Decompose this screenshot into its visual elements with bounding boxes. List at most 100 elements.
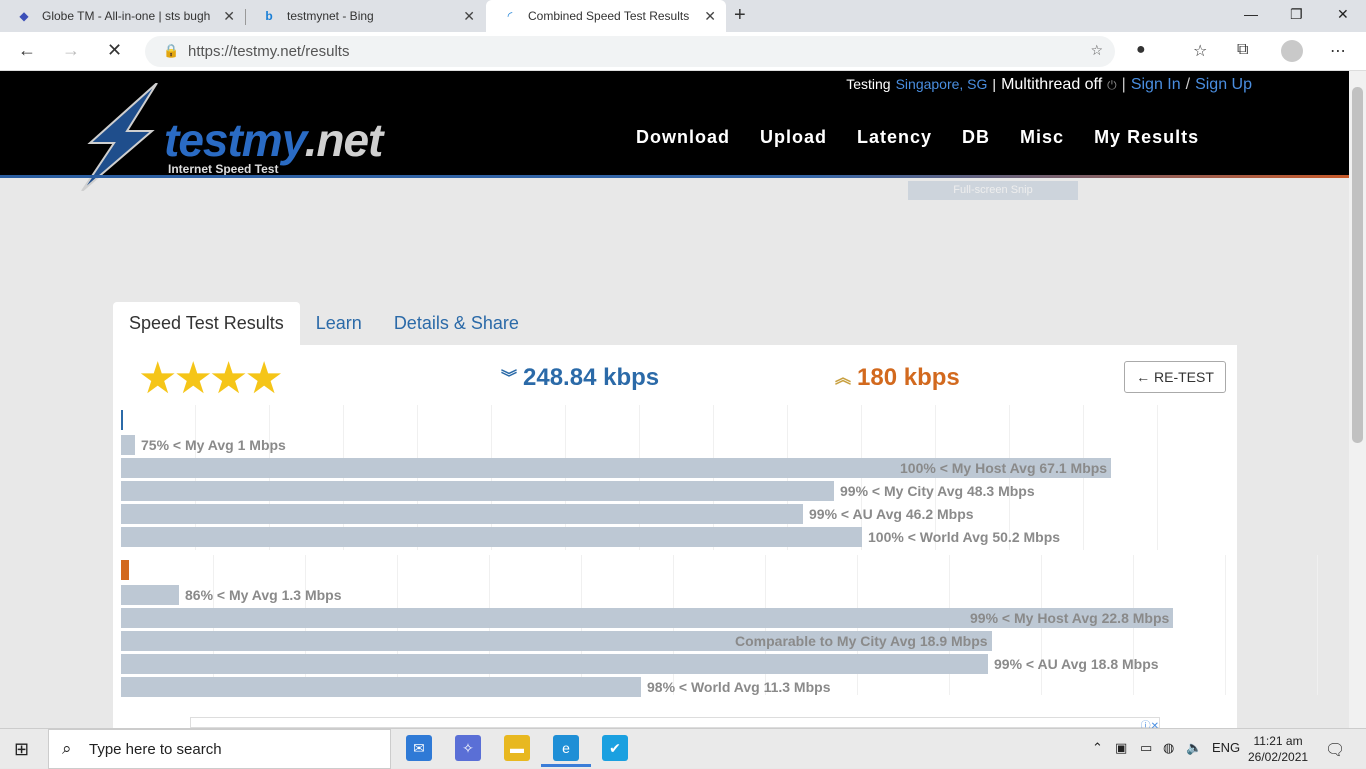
snip-overlay: Full-screen Snip <box>908 181 1078 200</box>
tray-app-icon[interactable]: ▣ <box>1115 740 1127 756</box>
loading-icon: ◜ <box>507 9 513 23</box>
forward-icon[interactable]: → <box>62 40 80 61</box>
extension-icon[interactable]: ● <box>1136 41 1146 59</box>
ad-banner: ⓘ✕ <box>190 717 1160 732</box>
battery-icon[interactable]: ▭ <box>1140 740 1152 756</box>
upload-bar-label: 98% < World Avg 11.3 Mbps <box>647 679 831 695</box>
tab-speed-test-results[interactable]: Speed Test Results <box>113 302 300 345</box>
new-tab-icon[interactable]: + <box>734 4 746 27</box>
stop-loading-icon[interactable]: ✕ <box>107 40 122 61</box>
network-icon[interactable]: ◍ <box>1163 740 1174 756</box>
tab-title: Globe TM - All-in-one | sts bugh <box>42 9 211 23</box>
download-bar <box>121 504 803 524</box>
search-placeholder: Type here to search <box>89 740 222 758</box>
results-tabs: Speed Test Results Learn Details & Share <box>113 302 535 345</box>
upload-bar-label: 99% < AU Avg 18.8 Mbps <box>994 656 1159 672</box>
site-logo[interactable]: testmy.net Internet Speed Test <box>72 83 384 191</box>
tab-learn[interactable]: Learn <box>300 302 378 345</box>
grid-line <box>1157 405 1158 550</box>
tray-chevron-icon[interactable]: ⌃ <box>1092 740 1103 756</box>
upload-bar-label: 99% < My Host Avg 22.8 Mbps <box>970 610 1170 626</box>
favorites-icon[interactable]: ☆ <box>1193 41 1207 61</box>
globe-icon: ◆ <box>19 9 29 23</box>
separator: / <box>1185 76 1191 93</box>
browser-tab-results[interactable]: ◜ Combined Speed Test Results ✕ <box>486 0 726 32</box>
browser-tab-globe[interactable]: ◆ Globe TM - All-in-one | sts bugh ✕ <box>0 0 246 32</box>
close-icon[interactable]: ✕ <box>704 8 716 25</box>
sign-in-link[interactable]: Sign In <box>1131 76 1181 94</box>
nav-download[interactable]: Download <box>636 127 730 148</box>
separator: | <box>992 76 997 92</box>
nav-latency[interactable]: Latency <box>857 127 932 148</box>
clock-time: 11:21 am <box>1253 734 1303 748</box>
add-favorite-icon[interactable]: ☆ <box>1090 42 1103 59</box>
download-bar <box>121 527 862 547</box>
windows-taskbar: ⊞ ⌕ Type here to search ✉ ✧ ▬ e ✔ ⌃ ▣ ▭ … <box>0 728 1366 769</box>
download-bar <box>121 435 135 455</box>
tab-title: testmynet - Bing <box>287 9 374 23</box>
retest-button[interactable]: ← RE-TEST <box>1124 361 1226 393</box>
nav-upload[interactable]: Upload <box>760 127 827 148</box>
header-topline: Testing Singapore, SG | Multithread off … <box>846 76 1252 94</box>
minimize-icon[interactable]: — <box>1244 6 1258 22</box>
download-bar-label: 99% < AU Avg 46.2 Mbps <box>809 506 974 522</box>
collections-icon[interactable]: ⧉ <box>1237 41 1248 59</box>
sign-up-link[interactable]: Sign Up <box>1195 76 1252 94</box>
upload-arrow-icon: ︽ <box>835 370 852 387</box>
volume-icon[interactable]: 🔈 <box>1186 740 1202 756</box>
edge-browser-icon[interactable]: e <box>541 735 591 767</box>
upload-bar <box>121 677 641 697</box>
upload-bar-label: 86% < My Avg 1.3 Mbps <box>185 587 342 603</box>
upload-value: 180 kbps <box>857 364 960 391</box>
browser-tab-bing[interactable]: b testmynet - Bing ✕ <box>245 0 485 32</box>
upload-bar <box>121 654 988 674</box>
scrollbar-thumb[interactable] <box>1352 87 1363 443</box>
more-menu-icon[interactable]: ⋯ <box>1330 41 1346 61</box>
testing-label: Testing <box>846 76 891 92</box>
system-clock[interactable]: 11:21 am 26/02/2021 <box>1248 733 1308 765</box>
nav-my-results[interactable]: My Results <box>1094 127 1199 148</box>
vpn-app-icon[interactable]: ✧ <box>455 735 481 761</box>
download-bar-label: 100% < World Avg 50.2 Mbps <box>868 529 1061 545</box>
grid-line <box>1225 555 1226 695</box>
multithread-toggle[interactable]: Multithread off <box>1001 76 1102 94</box>
separator: | <box>1121 76 1126 93</box>
close-icon[interactable]: ✕ <box>463 8 475 25</box>
download-bar-label: 99% < My City Avg 48.3 Mbps <box>840 483 1035 499</box>
tab-details-share[interactable]: Details & Share <box>378 302 535 345</box>
download-marker <box>121 410 123 430</box>
download-bar <box>121 481 834 501</box>
nav-misc[interactable]: Misc <box>1020 127 1064 148</box>
logo-name: testmy <box>164 114 306 166</box>
notifications-icon[interactable]: 🗨 <box>1325 740 1345 760</box>
back-icon[interactable]: ← <box>18 40 36 61</box>
upload-speed: ︽ 180 kbps <box>835 364 960 392</box>
search-icon: ⌕ <box>62 739 72 758</box>
logo-wordmark: testmy.net <box>164 113 384 167</box>
viber-app-icon[interactable]: ✔ <box>602 735 628 761</box>
power-icon[interactable]: ⏻ <box>1107 78 1117 93</box>
upload-bar <box>121 585 179 605</box>
file-explorer-icon[interactable]: ▬ <box>504 735 530 761</box>
lock-icon[interactable]: 🔒 <box>163 43 179 59</box>
logo-tld: .net <box>304 114 384 166</box>
windows-start-icon[interactable]: ⊞ <box>14 739 29 760</box>
url-input[interactable]: 🔒 https://testmy.net/results ☆ <box>145 36 1115 67</box>
logo-tagline: Internet Speed Test <box>168 162 279 176</box>
page-scrollbar[interactable] <box>1349 71 1366 728</box>
taskbar-search[interactable]: ⌕ Type here to search <box>48 729 391 769</box>
clock-date: 26/02/2021 <box>1248 750 1309 764</box>
restore-icon[interactable]: ❐ <box>1290 6 1303 23</box>
main-nav: Download Upload Latency DB Misc My Resul… <box>636 127 1199 148</box>
close-window-icon[interactable]: ✕ <box>1337 6 1349 23</box>
site-header: Testing Singapore, SG | Multithread off … <box>0 71 1349 191</box>
mail-app-icon[interactable]: ✉ <box>406 735 432 761</box>
server-location-link[interactable]: Singapore, SG <box>896 76 988 92</box>
download-bar-label: 100% < My Host Avg 67.1 Mbps <box>900 460 1108 476</box>
language-indicator[interactable]: ENG <box>1212 740 1240 755</box>
grid-line <box>1317 555 1318 695</box>
nav-db[interactable]: DB <box>962 127 990 148</box>
profile-avatar[interactable] <box>1281 40 1303 62</box>
browser-tab-bar: ◆ Globe TM - All-in-one | sts bugh ✕ b t… <box>0 0 1366 32</box>
close-icon[interactable]: ✕ <box>223 8 235 25</box>
